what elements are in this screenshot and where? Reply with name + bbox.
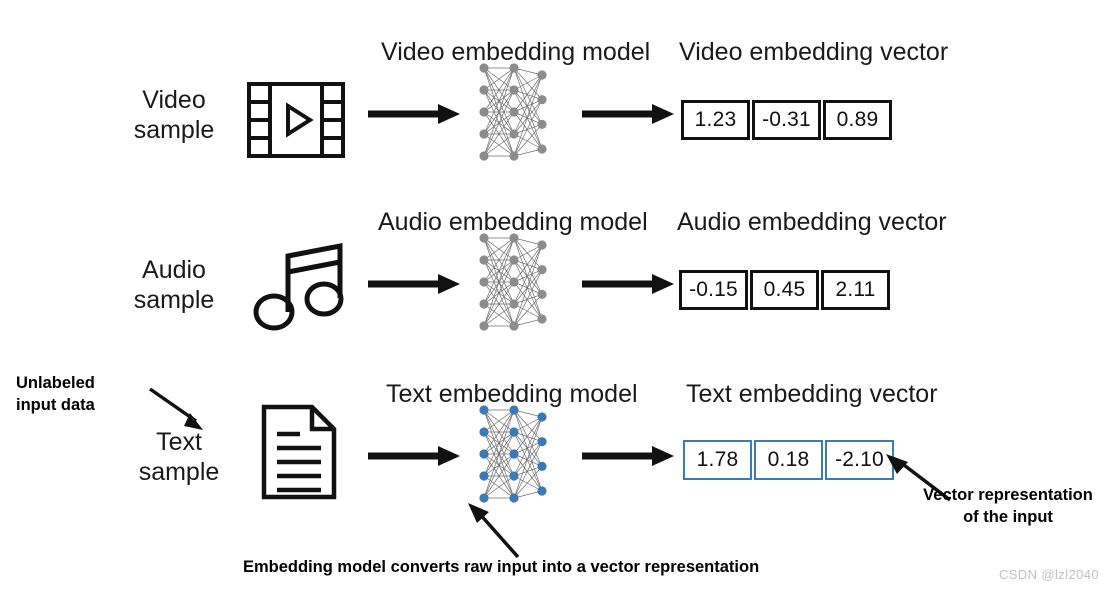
music-note-icon [252, 240, 348, 332]
arrow-audio-to-model [368, 271, 462, 297]
neural-network-text [470, 404, 556, 504]
neural-network-audio [470, 232, 556, 332]
vector-cell: 1.23 [681, 100, 750, 140]
document-icon [260, 404, 340, 500]
arrow-video-to-model [368, 101, 462, 127]
vector-cell: -0.15 [679, 270, 748, 310]
arrow-text-to-model [368, 443, 462, 469]
vector-cell: 2.11 [821, 270, 890, 310]
sample-label-video: Video sample [133, 86, 215, 144]
film-strip-icon [246, 80, 346, 160]
sample-label-text: Text sample [138, 428, 220, 486]
heading-video-vector: Video embedding vector [679, 38, 949, 66]
annotation-embedding-model-note: Embedding model converts raw input into … [243, 558, 760, 576]
diagram-canvas: Video sample Video embedding model Video… [0, 0, 1111, 590]
arrow-model-to-vector-video [582, 101, 676, 127]
arrow-model-to-vector-text [582, 443, 676, 469]
vector-cell: 0.89 [823, 100, 892, 140]
heading-text-vector: Text embedding vector [686, 380, 938, 408]
heading-audio-vector: Audio embedding vector [677, 208, 947, 236]
vector-cell: 0.45 [750, 270, 819, 310]
sample-label-audio: Audio sample [133, 256, 215, 314]
arrow-model-to-vector-audio [582, 271, 676, 297]
annotation-unlabeled-input: Unlabeled input data [16, 374, 95, 415]
arrow-embedding-model-note [466, 502, 528, 560]
annotation-vector-representation: Vector representation of the input [923, 486, 1093, 527]
vector-audio: -0.15 0.45 2.11 [679, 270, 890, 310]
vector-text: 1.78 0.18 -2.10 [683, 440, 894, 480]
vector-cell: -0.31 [752, 100, 821, 140]
vector-cell: 0.18 [754, 440, 823, 480]
vector-cell: 1.78 [683, 440, 752, 480]
neural-network-video [470, 62, 556, 162]
watermark: CSDN @lzl2040 [998, 567, 1099, 582]
vector-video: 1.23 -0.31 0.89 [681, 100, 892, 140]
